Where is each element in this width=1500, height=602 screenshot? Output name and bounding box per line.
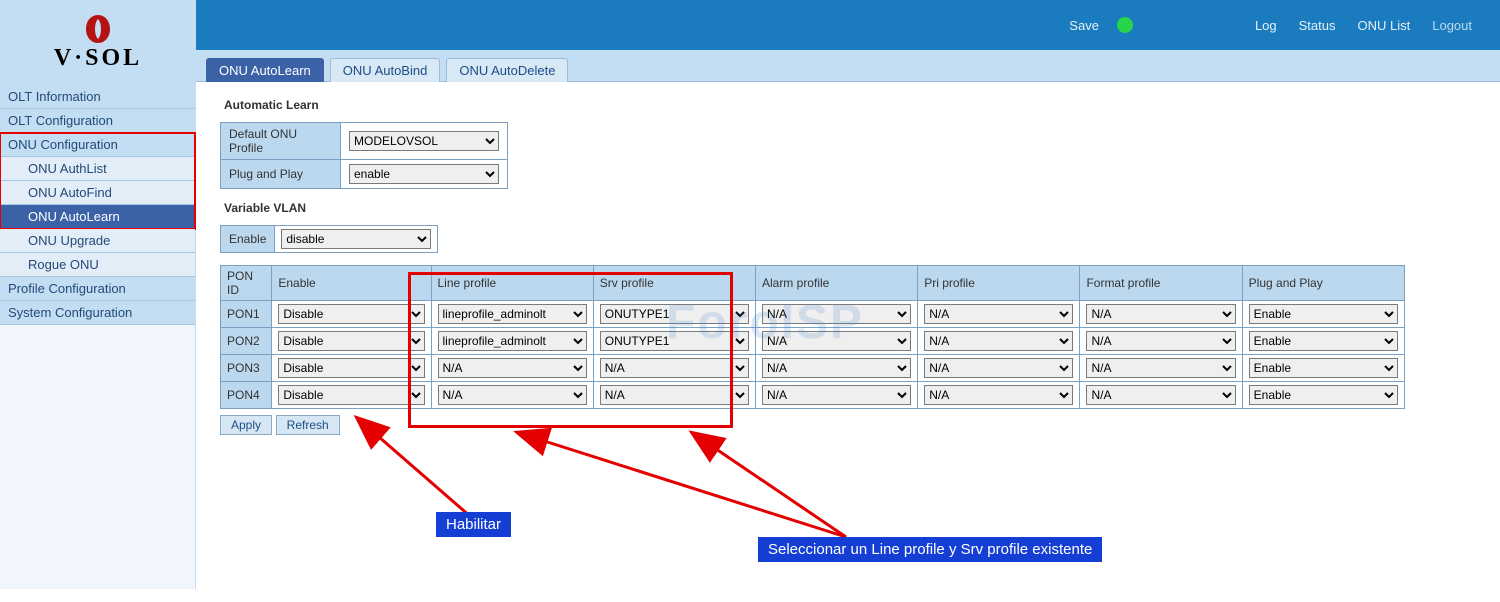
nav-onu-configuration[interactable]: ONU Configuration [0, 133, 195, 157]
pon-enable-select[interactable]: Disable [278, 304, 424, 324]
pon-line-profile-select[interactable]: N/A [438, 385, 587, 405]
pon-enable-select[interactable]: Disable [278, 358, 424, 378]
pon-format-profile-select[interactable]: N/A [1086, 358, 1235, 378]
plug-and-play-label: Plug and Play [221, 160, 341, 189]
pon-srv-profile-select[interactable]: N/A [600, 358, 749, 378]
table-row: PON2 Disable lineprofile_adminolt ONUTYPE1 N… [221, 328, 1405, 355]
table-row: PON1 Disable lineprofile_adminolt ONUTYPE1 N… [221, 301, 1405, 328]
section-automatic-learn: Automatic Learn [224, 98, 1472, 112]
pon-srv-profile-select[interactable]: ONUTYPE1 [600, 331, 749, 351]
nav-group-onu-configuration: ONU Configuration ONU AuthList ONU AutoF… [0, 133, 195, 229]
nav-olt-information[interactable]: OLT Information [0, 85, 195, 109]
nav-onu-autolearn[interactable]: ONU AutoLearn [0, 205, 195, 229]
pon-plug-play-select[interactable]: Enable [1249, 304, 1398, 324]
pon-srv-profile-select[interactable]: ONUTYPE1 [600, 304, 749, 324]
pon-pri-profile-select[interactable]: N/A [924, 331, 1073, 351]
nav-olt-configuration[interactable]: OLT Configuration [0, 109, 195, 133]
vlan-enable-label: Enable [220, 225, 275, 253]
content: Automatic Learn Default ONU Profile MODE… [196, 82, 1500, 589]
pon-id-cell: PON3 [221, 355, 272, 382]
pon-plug-play-select[interactable]: Enable [1249, 358, 1398, 378]
pon-line-profile-select[interactable]: lineprofile_adminolt [438, 331, 587, 351]
callout-habilitar: Habilitar [436, 512, 511, 537]
main-area: Save Log Status ONU List Logout ONU Auto… [196, 0, 1500, 589]
pon-id-cell: PON1 [221, 301, 272, 328]
log-link[interactable]: Log [1255, 18, 1277, 33]
automatic-learn-table: Default ONU Profile MODELOVSOL Plug and … [220, 122, 508, 189]
refresh-button[interactable]: Refresh [276, 415, 340, 435]
pon-id-cell: PON4 [221, 382, 272, 409]
pon-format-profile-select[interactable]: N/A [1086, 385, 1235, 405]
col-alarm-profile: Alarm profile [755, 266, 917, 301]
col-pon-id: PON ID [221, 266, 272, 301]
pon-alarm-profile-select[interactable]: N/A [762, 385, 911, 405]
nav-onu-upgrade[interactable]: ONU Upgrade [0, 229, 195, 253]
pon-enable-select[interactable]: Disable [278, 385, 424, 405]
onu-list-link[interactable]: ONU List [1358, 18, 1411, 33]
col-pri-profile: Pri profile [918, 266, 1080, 301]
pon-id-cell: PON2 [221, 328, 272, 355]
pon-format-profile-select[interactable]: N/A [1086, 331, 1235, 351]
plug-and-play-select[interactable]: enable [349, 164, 499, 184]
brand-icon [82, 13, 114, 45]
variable-vlan-enable-row: Enable disable [220, 225, 1476, 253]
apply-button[interactable]: Apply [220, 415, 272, 435]
pon-alarm-profile-select[interactable]: N/A [762, 304, 911, 324]
nav-onu-authlist[interactable]: ONU AuthList [0, 157, 195, 181]
nav-system-configuration[interactable]: System Configuration [0, 301, 195, 325]
save-link[interactable]: Save [1069, 18, 1099, 33]
pon-format-profile-select[interactable]: N/A [1086, 304, 1235, 324]
col-srv-profile: Srv profile [593, 266, 755, 301]
topbar: Save Log Status ONU List Logout [196, 0, 1500, 50]
nav-onu-autofind[interactable]: ONU AutoFind [0, 181, 195, 205]
col-enable: Enable [272, 266, 431, 301]
pon-alarm-profile-select[interactable]: N/A [762, 331, 911, 351]
tab-onu-autodelete[interactable]: ONU AutoDelete [446, 58, 568, 82]
pon-pri-profile-select[interactable]: N/A [924, 304, 1073, 324]
default-onu-profile-label: Default ONU Profile [221, 123, 341, 160]
tab-strip: ONU AutoLearn ONU AutoBind ONU AutoDelet… [196, 50, 1500, 82]
logout-link[interactable]: Logout [1432, 18, 1472, 33]
section-variable-vlan: Variable VLAN [224, 201, 1472, 215]
sidebar: V·SOL OLT Information OLT Configuration … [0, 0, 196, 589]
pon-pri-profile-select[interactable]: N/A [924, 358, 1073, 378]
pon-enable-select[interactable]: Disable [278, 331, 424, 351]
tab-onu-autolearn[interactable]: ONU AutoLearn [206, 58, 324, 82]
pon-srv-profile-select[interactable]: N/A [600, 385, 749, 405]
table-row: PON3 Disable N/A N/A N/A N/A N/A Enable [221, 355, 1405, 382]
tab-onu-autobind[interactable]: ONU AutoBind [330, 58, 441, 82]
status-dot-icon [1117, 17, 1133, 33]
default-onu-profile-select[interactable]: MODELOVSOL [349, 131, 499, 151]
pon-plug-play-select[interactable]: Enable [1249, 385, 1398, 405]
pon-line-profile-select[interactable]: lineprofile_adminolt [438, 304, 587, 324]
nav-rogue-onu[interactable]: Rogue ONU [0, 253, 195, 277]
status-link[interactable]: Status [1299, 18, 1336, 33]
nav-list: OLT Information OLT Configuration ONU Co… [0, 85, 195, 325]
pon-table: PON ID Enable Line profile Srv profile A… [220, 265, 1405, 409]
brand-text: V·SOL [54, 45, 142, 72]
logo: V·SOL [0, 0, 196, 85]
pon-line-profile-select[interactable]: N/A [438, 358, 587, 378]
pon-alarm-profile-select[interactable]: N/A [762, 358, 911, 378]
nav-profile-configuration[interactable]: Profile Configuration [0, 277, 195, 301]
col-format-profile: Format profile [1080, 266, 1242, 301]
callout-select-profile: Seleccionar un Line profile y Srv profil… [758, 537, 1102, 562]
col-plug-play: Plug and Play [1242, 266, 1404, 301]
table-row: PON4 Disable N/A N/A N/A N/A N/A Enable [221, 382, 1405, 409]
vlan-enable-select[interactable]: disable [281, 229, 431, 249]
pon-plug-play-select[interactable]: Enable [1249, 331, 1398, 351]
pon-pri-profile-select[interactable]: N/A [924, 385, 1073, 405]
col-line-profile: Line profile [431, 266, 593, 301]
